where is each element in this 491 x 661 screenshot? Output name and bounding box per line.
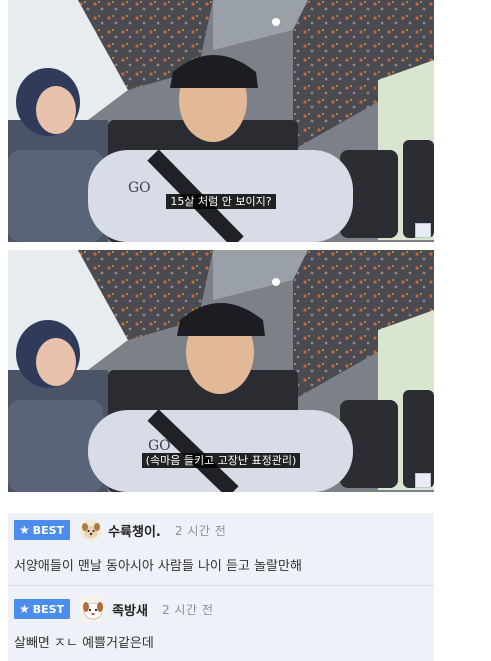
comment-text: 서양애들이 맨날 동아시아 사람들 나이 듣고 놀랄만해 bbox=[14, 559, 302, 574]
best-badge: ★ BEST bbox=[14, 520, 71, 540]
nickname[interactable]: 족방새 bbox=[112, 600, 148, 619]
comment-text: 살빼면 ㅈㄴ 예쁠거같은데 bbox=[14, 636, 154, 651]
video-frame-1: GO 15살 처럼 안 보이지? bbox=[8, 0, 434, 242]
video-frame-2: GO (속마음 들키고 고장난 표정관리) bbox=[8, 250, 434, 492]
timestamp: 2 시간 전 bbox=[174, 523, 227, 538]
timestamp: 2 시간 전 bbox=[161, 602, 214, 617]
avatar[interactable] bbox=[80, 596, 107, 622]
divider bbox=[8, 585, 434, 586]
subtitle-caption: 15살 처럼 안 보이지? bbox=[8, 193, 434, 209]
best-badge: ★ BEST bbox=[14, 599, 71, 619]
avatar[interactable] bbox=[80, 519, 103, 541]
watermark-logo bbox=[415, 473, 431, 488]
star-icon: ★ bbox=[19, 523, 30, 537]
comment-list: ★ BEST 수륙챙이. 2 시간 전 서양애들이 맨날 동아시아 사람들 나이… bbox=[8, 513, 434, 661]
nickname[interactable]: 수륙챙이. bbox=[108, 521, 161, 540]
watermark-logo bbox=[415, 223, 431, 238]
star-icon: ★ bbox=[19, 602, 30, 616]
subtitle-caption: (속마음 들키고 고장난 표정관리) bbox=[8, 452, 434, 468]
